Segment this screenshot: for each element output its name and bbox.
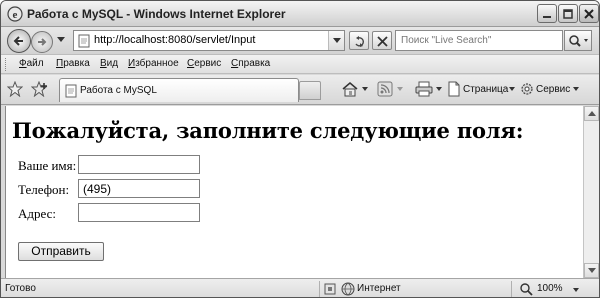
menu-bar: Файл Правка Вид Избранное Сервис Справка	[1, 54, 599, 74]
phone-input[interactable]	[78, 179, 200, 198]
back-arrow-icon	[13, 36, 23, 46]
magnifier-icon	[569, 35, 588, 47]
refresh-icon	[355, 36, 364, 47]
toolbar-grip	[5, 58, 8, 71]
print-dropdown-icon[interactable]	[436, 87, 442, 91]
svg-text:e: e	[13, 9, 18, 21]
zoom-level[interactable]: 100%	[537, 283, 563, 294]
tools-menu-label[interactable]: Сервис	[536, 84, 570, 95]
minimize-button[interactable]	[537, 4, 557, 23]
chevron-down-icon	[333, 38, 341, 43]
stop-button[interactable]	[372, 31, 392, 50]
status-separator	[319, 281, 320, 297]
protected-mode-icon[interactable]	[323, 282, 337, 296]
home-icon[interactable]	[341, 81, 359, 97]
page-icon	[65, 84, 77, 98]
printer-icon[interactable]	[415, 81, 433, 97]
maximize-button[interactable]	[558, 4, 578, 23]
stop-icon	[377, 36, 388, 47]
tools-dropdown-icon[interactable]	[573, 87, 579, 91]
tab-label: Работа с MySQL	[80, 85, 157, 96]
page-menu-label[interactable]: Страница	[463, 84, 508, 95]
security-zone: Интернет	[357, 283, 401, 294]
status-separator	[511, 281, 512, 297]
address-bar[interactable]: http://localhost:8080/servlet/Input	[73, 30, 345, 51]
close-button[interactable]	[579, 4, 599, 23]
browser-window: e Работа с MySQL - Windows Internet Expl…	[0, 0, 600, 298]
feeds-dropdown-icon[interactable]	[397, 87, 403, 91]
phone-label: Телефон:	[18, 182, 70, 197]
title-bar: e Работа с MySQL - Windows Internet Expl…	[1, 1, 599, 27]
tab-bar: Работа с MySQL Страница Сервис	[1, 75, 599, 105]
address-input[interactable]	[78, 203, 200, 222]
zoom-dropdown-icon[interactable]	[573, 288, 579, 292]
window-title: Работа с MySQL - Windows Internet Explor…	[27, 7, 286, 21]
scroll-up-button[interactable]	[584, 106, 599, 121]
zoom-icon[interactable]	[519, 282, 533, 296]
address-url: http://localhost:8080/servlet/Input	[94, 34, 256, 46]
menu-edit[interactable]: Правка	[56, 58, 90, 69]
page-heading: Пожалуйста, заполните следующие поля:	[12, 118, 524, 143]
name-input[interactable]	[78, 155, 200, 174]
add-favorite-icon[interactable]	[31, 81, 49, 97]
home-dropdown-icon[interactable]	[362, 87, 368, 91]
navigation-bar: http://localhost:8080/servlet/Input Поис…	[1, 27, 599, 54]
menu-view[interactable]: Вид	[100, 58, 118, 69]
name-label: Ваше имя:	[18, 158, 77, 173]
page-content: Пожалуйста, заполните следующие поля: Ва…	[5, 106, 583, 278]
gear-icon[interactable]	[519, 81, 535, 97]
menu-help[interactable]: Справка	[231, 58, 270, 69]
menu-tools[interactable]: Сервис	[187, 58, 221, 69]
vertical-scrollbar[interactable]	[583, 106, 599, 278]
status-text: Готово	[5, 283, 36, 294]
page-dropdown-icon[interactable]	[509, 87, 515, 91]
forward-arrow-icon	[38, 38, 47, 46]
address-label: Адрес:	[18, 206, 56, 221]
rss-icon[interactable]	[377, 81, 393, 97]
search-button[interactable]	[564, 30, 592, 51]
back-button[interactable]	[7, 29, 31, 53]
page-icon	[78, 34, 90, 48]
status-bar: Готово Интернет 100%	[1, 278, 599, 297]
tab-active[interactable]: Работа с MySQL	[59, 78, 299, 102]
ie-icon: e	[7, 6, 23, 22]
chevron-down-icon	[588, 268, 596, 273]
recent-pages-dropdown[interactable]	[57, 37, 65, 42]
new-tab-button[interactable]	[299, 81, 321, 100]
star-icon[interactable]	[7, 81, 23, 97]
globe-icon	[341, 282, 355, 296]
address-dropdown-button[interactable]	[328, 31, 344, 50]
scroll-down-button[interactable]	[584, 263, 599, 278]
forward-button[interactable]	[31, 31, 53, 53]
refresh-button[interactable]	[349, 31, 369, 50]
menu-favorites[interactable]: Избранное	[128, 58, 179, 69]
page-menu-icon[interactable]	[447, 81, 461, 97]
menu-file[interactable]: Файл	[19, 58, 44, 69]
search-field[interactable]: Поиск "Live Search"	[395, 30, 563, 51]
submit-button[interactable]: Отправить	[18, 242, 104, 261]
search-placeholder: Поиск "Live Search"	[401, 35, 492, 46]
chevron-up-icon	[588, 111, 596, 116]
